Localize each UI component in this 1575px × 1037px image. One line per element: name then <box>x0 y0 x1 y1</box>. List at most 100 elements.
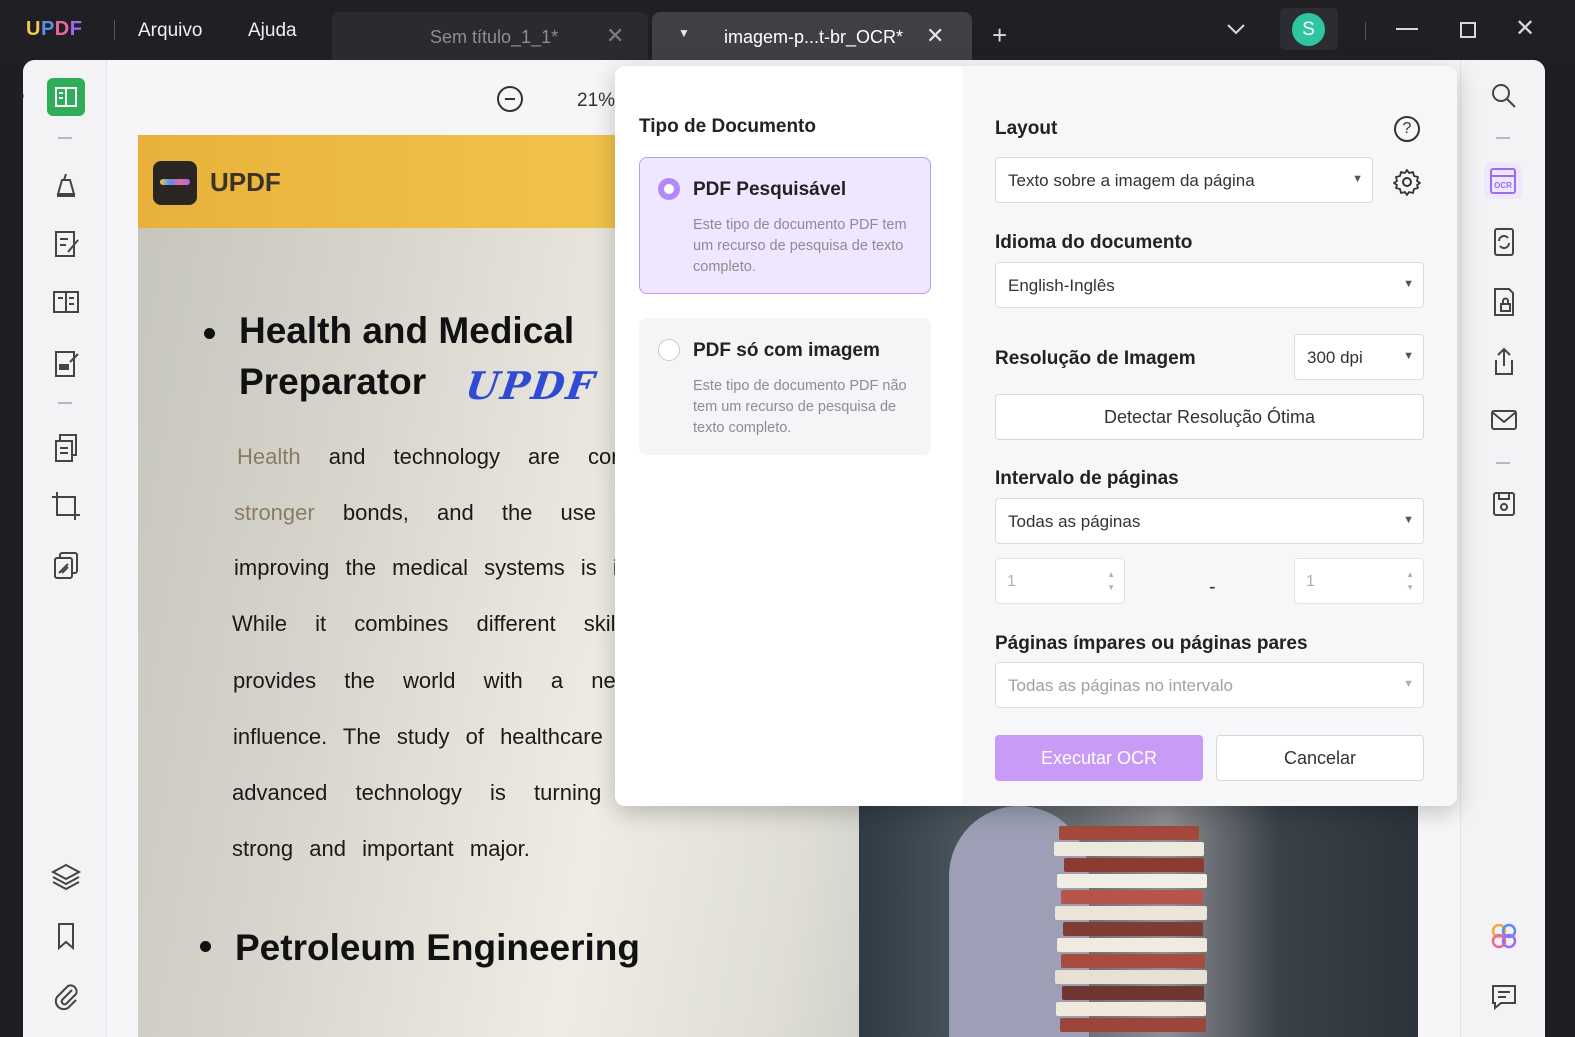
heading-health: Health and Medical <box>239 310 575 351</box>
book <box>1059 826 1199 840</box>
edit-pdf-icon[interactable] <box>48 226 84 262</box>
radio-selected[interactable] <box>658 178 680 200</box>
bookmark-icon[interactable] <box>48 918 84 954</box>
detect-resolution-button[interactable]: Detectar Resolução Ótima <box>995 394 1424 440</box>
decrement-icon[interactable]: ▼ <box>1107 583 1115 592</box>
cancel-button[interactable]: Cancelar <box>1216 735 1424 781</box>
menu-ajuda[interactable]: Ajuda <box>248 20 297 42</box>
minimize-icon[interactable] <box>1396 28 1418 30</box>
page-range-select[interactable]: Todas as páginas ▼ <box>995 498 1424 544</box>
comments-list-icon[interactable] <box>1486 978 1522 1014</box>
odd-even-label: Páginas ímpares ou páginas pares <box>995 633 1308 654</box>
gear-icon[interactable] <box>1392 167 1422 197</box>
sign-icon[interactable] <box>48 346 84 382</box>
rail-divider <box>58 137 72 139</box>
organize-pages-icon[interactable] <box>48 430 84 466</box>
close-icon[interactable]: ✕ <box>926 23 944 49</box>
chevron-down-icon: ▼ <box>1403 278 1414 290</box>
book <box>1062 986 1204 1000</box>
ai-assistant-icon[interactable] <box>1486 918 1522 954</box>
comment-highlight-icon[interactable] <box>48 166 84 202</box>
layout-value: Texto sobre a imagem da página <box>1008 171 1255 190</box>
search-icon[interactable] <box>1486 78 1522 114</box>
watermark-icon[interactable] <box>48 548 84 584</box>
ocr-tool-button[interactable]: OCR <box>1484 163 1522 199</box>
form-icon[interactable] <box>48 284 84 320</box>
faded-word: stronger <box>234 500 315 525</box>
paragraph-line: strong and important major. <box>232 836 530 861</box>
increment-icon[interactable]: ▲ <box>1406 570 1414 579</box>
zoom-out-icon[interactable] <box>497 86 523 112</box>
close-icon[interactable]: ✕ <box>606 23 624 49</box>
chevron-down-icon: ▼ <box>1403 514 1414 526</box>
range-from-stepper[interactable]: 1 ▲ ▼ <box>995 558 1125 604</box>
svg-text:OCR: OCR <box>1494 181 1512 190</box>
tab-sem-titulo[interactable]: Sem título_1_1* ✕ <box>332 12 648 62</box>
range-to-stepper[interactable]: 1 ▲ ▼ <box>1294 558 1424 604</box>
heading-petroleum: Petroleum Engineering <box>235 927 641 968</box>
tabs-dropdown-icon[interactable] <box>1226 22 1246 41</box>
book <box>1054 842 1204 856</box>
email-icon[interactable] <box>1486 402 1522 438</box>
option-description: Este tipo de documento PDF não tem um re… <box>693 378 907 436</box>
crop-icon[interactable] <box>48 488 84 524</box>
chevron-down-icon: ▼ <box>1352 173 1363 185</box>
radio-unselected[interactable] <box>658 339 680 361</box>
save-icon[interactable] <box>1486 486 1522 522</box>
range-from-value: 1 <box>1007 573 1016 590</box>
heading-preparator: Preparator <box>239 361 427 402</box>
new-tab-icon[interactable]: + <box>992 20 1007 51</box>
user-menu[interactable]: S <box>1280 8 1338 50</box>
language-value: English-Inglês <box>1008 276 1115 295</box>
books-photo <box>859 806 1418 1037</box>
odd-even-select[interactable]: Todas as páginas no intervalo ▼ <box>995 662 1424 708</box>
resolution-value: 300 dpi <box>1307 348 1363 367</box>
left-toolbar <box>23 60 107 1037</box>
book <box>1055 970 1207 984</box>
bullet <box>204 328 215 339</box>
option-searchable-pdf[interactable]: PDF Pesquisável Este tipo de documento P… <box>639 157 931 294</box>
line-text: bonds, and the use of <box>342 500 643 525</box>
tab-imagem-ocr[interactable]: ▼ imagem-p...t-br_OCR* ✕ <box>652 12 972 62</box>
book <box>1055 906 1207 920</box>
range-to-value: 1 <box>1306 573 1315 590</box>
avatar[interactable]: S <box>1292 13 1325 46</box>
layers-icon[interactable] <box>48 858 84 894</box>
option-image-only-pdf[interactable]: PDF só com imagem Este tipo de documento… <box>639 318 931 455</box>
convert-icon[interactable] <box>1486 224 1522 260</box>
reader-mode-button[interactable] <box>47 78 85 116</box>
chevron-down-icon: ▼ <box>1403 350 1414 362</box>
rail-divider <box>58 402 72 404</box>
help-icon[interactable]: ? <box>1394 116 1420 142</box>
layout-select[interactable]: Texto sobre a imagem da página ▼ <box>995 157 1373 203</box>
zoom-level[interactable]: 21% <box>577 90 615 112</box>
paragraph-line: advanced technology is turning o <box>232 780 642 805</box>
run-ocr-button[interactable]: Executar OCR <box>995 735 1203 781</box>
logo-wave <box>160 179 190 185</box>
maximize-icon[interactable] <box>1460 22 1476 38</box>
rail-divider <box>1496 137 1510 139</box>
tab-dropdown-icon[interactable]: ▼ <box>678 26 690 40</box>
paragraph-line: stronger bonds, and the use of <box>234 500 642 526</box>
attachment-icon[interactable] <box>48 978 84 1014</box>
book <box>1056 1002 1206 1016</box>
line-text: and technology are con <box>328 444 624 469</box>
increment-icon[interactable]: ▲ <box>1107 570 1115 579</box>
paragraph-line: improving the medical systems is in ac <box>234 555 670 580</box>
ocr-settings-panel: Layout ? Texto sobre a imagem da página … <box>962 66 1457 806</box>
menu-arquivo[interactable]: Arquivo <box>138 20 202 42</box>
book <box>1060 1018 1206 1032</box>
resolution-select[interactable]: 300 dpi ▼ <box>1294 334 1424 380</box>
tab-title: Sem título_1_1* <box>430 27 559 47</box>
close-window-icon[interactable]: ✕ <box>1515 14 1535 43</box>
share-icon[interactable] <box>1486 344 1522 380</box>
book <box>1061 954 1205 968</box>
resolution-label: Resolução de Imagem <box>995 348 1196 369</box>
tab-title: imagem-p...t-br_OCR* <box>724 27 904 47</box>
book <box>1063 922 1203 936</box>
protect-icon[interactable] <box>1486 284 1522 320</box>
faded-word: Health <box>237 444 301 469</box>
language-select[interactable]: English-Inglês ▼ <box>995 262 1424 308</box>
decrement-icon[interactable]: ▼ <box>1406 583 1414 592</box>
signature: UPDF <box>462 363 599 408</box>
